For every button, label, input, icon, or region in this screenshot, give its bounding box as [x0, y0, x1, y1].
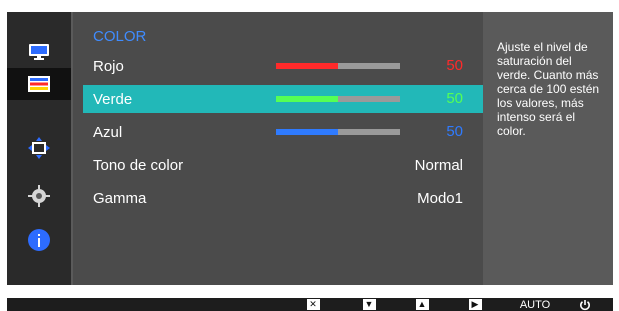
row-label: Azul — [93, 123, 123, 141]
red-value: 50 — [446, 57, 463, 74]
row-rojo[interactable]: Rojo 50 — [83, 52, 483, 80]
row-label: Rojo — [93, 57, 124, 75]
row-azul[interactable]: Azul 50 — [83, 118, 483, 146]
row-value: Normal — [414, 156, 463, 174]
help-text: Ajuste el nivel de saturación del verde.… — [497, 40, 600, 138]
row-tono-de-color[interactable]: Tono de color Normal — [83, 151, 483, 179]
sidebar — [7, 12, 71, 285]
help-panel: Ajuste el nivel de saturación del verde.… — [485, 12, 613, 285]
row-label: Gamma — [93, 189, 147, 207]
row-verde[interactable]: Verde 50 — [83, 85, 483, 113]
color-menu-panel: COLOR Rojo 50 Verde 50 Azul 50 Tono de c… — [73, 12, 483, 285]
green-slider-fill — [276, 96, 338, 102]
down-arrow-icon[interactable]: ▼ — [357, 298, 381, 311]
bottom-control-bar: ✕ ▼ ▲ ▶ AUTO — [7, 298, 613, 311]
menu-title: COLOR — [93, 28, 147, 45]
gear-icon[interactable] — [7, 180, 71, 212]
close-icon[interactable]: ✕ — [301, 298, 325, 311]
power-icon[interactable] — [573, 298, 597, 311]
red-slider-track[interactable] — [276, 63, 400, 69]
blue-slider-fill — [276, 129, 338, 135]
green-value: 50 — [446, 90, 463, 107]
blue-slider-track[interactable] — [276, 129, 400, 135]
auto-button[interactable]: AUTO — [515, 298, 555, 311]
color-bars-icon[interactable] — [7, 68, 71, 100]
right-arrow-icon[interactable]: ▶ — [463, 298, 487, 311]
row-gamma[interactable]: Gamma Modo1 — [83, 184, 483, 212]
red-slider-fill — [276, 63, 338, 69]
monitor-icon[interactable] — [7, 36, 71, 68]
row-label: Verde — [93, 90, 133, 108]
blue-value: 50 — [446, 123, 463, 140]
resize-icon[interactable] — [7, 132, 71, 164]
up-arrow-icon[interactable]: ▲ — [410, 298, 434, 311]
green-slider-track[interactable] — [276, 96, 400, 102]
row-value: Modo1 — [417, 189, 463, 207]
info-icon[interactable] — [7, 224, 71, 256]
row-label: Tono de color — [93, 156, 184, 174]
